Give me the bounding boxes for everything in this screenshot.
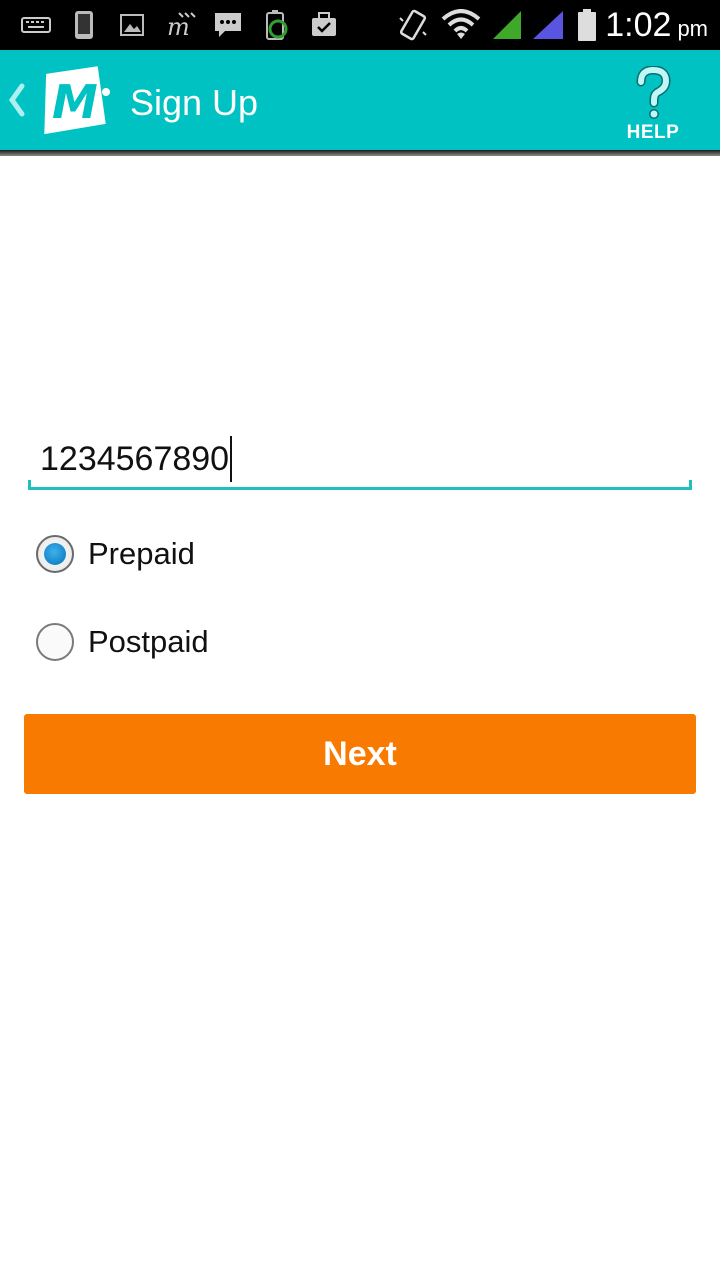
- keyboard-icon: [20, 10, 52, 40]
- next-button[interactable]: Next: [24, 714, 696, 794]
- wifi-icon: [440, 9, 482, 40]
- phone-device-icon: [72, 10, 96, 40]
- app-logo[interactable]: M: [34, 66, 114, 135]
- briefcase-icon: [308, 10, 340, 40]
- radio-button-postpaid[interactable]: [36, 623, 74, 661]
- clock-ampm: pm: [677, 16, 708, 41]
- help-label: HELP: [626, 122, 680, 143]
- page-title: Sign Up: [130, 82, 259, 123]
- status-clock: 1:02 pm: [605, 4, 708, 46]
- battery-saver-icon: [262, 10, 292, 40]
- status-bar: m 1:02 pm: [0, 0, 720, 50]
- phone-number-value: 1234567890: [40, 436, 233, 482]
- signal-sim1-icon: [490, 10, 524, 40]
- message-icon: [212, 10, 244, 40]
- input-underline-tick-left: [28, 480, 31, 490]
- battery-icon: [574, 9, 600, 41]
- radio-option-prepaid[interactable]: Prepaid: [36, 524, 436, 584]
- radio-label-prepaid: Prepaid: [88, 536, 195, 571]
- chevron-left-icon[interactable]: [6, 80, 28, 120]
- phone-number-input[interactable]: 1234567890: [28, 428, 692, 490]
- clock-time: 1:02: [605, 6, 672, 44]
- text-cursor: [230, 436, 233, 482]
- svg-text:m: m: [167, 13, 190, 39]
- vibrate-icon: [396, 9, 430, 41]
- app-bar-divider: [0, 150, 720, 156]
- help-button[interactable]: HELP: [612, 58, 694, 148]
- input-underline: [28, 487, 692, 490]
- radio-label-postpaid: Postpaid: [88, 624, 209, 659]
- signal-sim2-icon: [530, 10, 566, 40]
- next-button-label: Next: [323, 734, 397, 773]
- radio-button-prepaid[interactable]: [36, 535, 74, 573]
- help-question-icon: [633, 65, 673, 120]
- radio-option-postpaid[interactable]: Postpaid: [36, 612, 436, 672]
- radio-selected-dot: [44, 543, 66, 565]
- image-icon: [118, 10, 146, 40]
- logo-letter: M: [52, 75, 98, 129]
- input-underline-tick-right: [689, 480, 692, 490]
- mobikwik-notification-icon: m: [164, 10, 198, 40]
